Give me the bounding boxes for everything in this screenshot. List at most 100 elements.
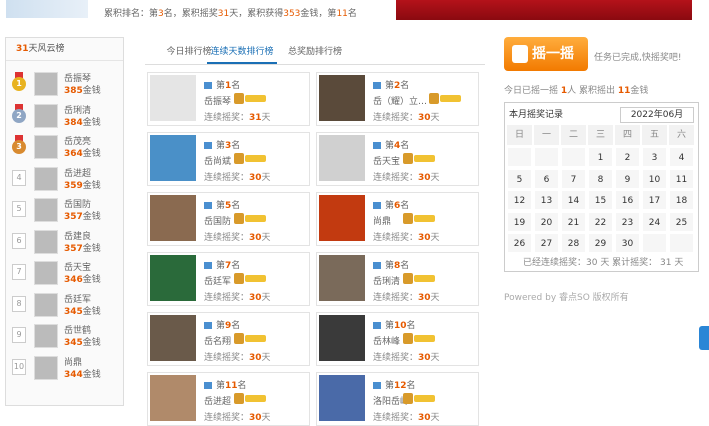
leaderboard-row[interactable]: 6 岳建良 357金钱 xyxy=(12,227,118,255)
member-photo[interactable] xyxy=(150,315,196,361)
member-photo[interactable] xyxy=(319,75,365,121)
leaderboard-row[interactable]: 9 岳世鹤 345金钱 xyxy=(12,321,118,349)
card-days: 连续摇奖：30天 xyxy=(373,173,440,183)
card-rank: 第3名 xyxy=(204,138,240,151)
avatar[interactable] xyxy=(34,198,58,222)
member-photo[interactable] xyxy=(319,375,365,421)
shake-icon xyxy=(512,45,528,63)
card-member-name[interactable]: 尚鼎 xyxy=(373,214,391,227)
leaderboard-row[interactable]: 10 尚鼎 344金钱 xyxy=(12,353,118,381)
avatar[interactable] xyxy=(34,261,58,285)
summary-value: 31 xyxy=(217,9,230,19)
medal-icon: 2 xyxy=(12,103,26,124)
rank-card[interactable]: 第8名 岳琍清 连续摇奖：30天 xyxy=(316,252,479,306)
summary-text: 金钱，第 xyxy=(300,9,337,19)
leaderboard-row[interactable]: 3 岳茂亮 364金钱 xyxy=(12,132,118,160)
member-photo[interactable] xyxy=(150,135,196,181)
summary-text: 名，累积摇奖 xyxy=(163,9,218,19)
card-days: 连续摇奖：30天 xyxy=(204,233,271,243)
card-member-name[interactable]: 岳廷军 xyxy=(204,274,231,287)
card-member-name[interactable]: 岳（耀）立… xyxy=(373,94,427,107)
tab-total[interactable]: 总奖励排行榜 xyxy=(285,40,345,63)
rank-card[interactable]: 第1名 岳振琴 连续摇奖：31天 xyxy=(147,72,310,126)
avatar[interactable] xyxy=(34,135,58,159)
calendar-day: 23 xyxy=(615,211,640,232)
level-badge-icon xyxy=(234,213,266,224)
banner-ad[interactable] xyxy=(396,0,692,20)
side-scroll-tab[interactable] xyxy=(699,326,709,350)
leaderboard-row[interactable]: 7 岳天宝 346金钱 xyxy=(12,258,118,286)
member-photo[interactable] xyxy=(319,135,365,181)
calendar-day: 17 xyxy=(642,190,667,210)
title-days: 31 xyxy=(16,44,29,54)
avatar[interactable] xyxy=(34,355,58,380)
shake-button[interactable]: 摇一摇 xyxy=(504,37,588,71)
member-photo[interactable] xyxy=(319,315,365,361)
tab-consecutive[interactable]: 连续天数排行榜 xyxy=(207,40,277,64)
card-member-name[interactable]: 岳国防 xyxy=(204,214,231,227)
avatar[interactable] xyxy=(34,292,58,317)
member-photo[interactable] xyxy=(150,255,196,301)
member-photo[interactable] xyxy=(319,255,365,301)
left-leaderboard-title: 31天风云榜 xyxy=(6,38,123,61)
flag-icon xyxy=(373,262,381,269)
avatar[interactable] xyxy=(34,103,58,128)
avatar[interactable] xyxy=(34,166,58,191)
member-photo[interactable] xyxy=(150,75,196,121)
rank-card[interactable]: 第9名 岳名翔 连续摇奖：30天 xyxy=(147,312,310,366)
flag-icon xyxy=(373,382,381,389)
leaderboard-row[interactable]: 5 岳国防 357金钱 xyxy=(12,195,118,223)
calendar-day xyxy=(534,147,559,167)
member-photo[interactable] xyxy=(319,195,365,241)
flag-icon xyxy=(373,322,381,329)
rank-card[interactable]: 第4名 岳天宝 连续摇奖：30天 xyxy=(316,132,479,186)
calendar-month-select[interactable]: 2022年06月 xyxy=(620,107,694,123)
calendar-day: 6 xyxy=(534,168,559,189)
card-member-name[interactable]: 岳名翔 xyxy=(204,334,231,347)
member-photo[interactable] xyxy=(150,195,196,241)
rank-card[interactable]: 第5名 岳国防 连续摇奖：30天 xyxy=(147,192,310,246)
weekday-label: 日 xyxy=(507,125,532,145)
card-rank: 第10名 xyxy=(373,318,416,331)
rank-card[interactable]: 第3名 岳尚斌 连续摇奖：30天 xyxy=(147,132,310,186)
card-member-name[interactable]: 岳进超 xyxy=(204,394,231,407)
card-member-name[interactable]: 岳天宝 xyxy=(373,154,400,167)
card-days: 连续摇奖：30天 xyxy=(204,413,271,423)
member-amount: 357金钱 xyxy=(64,212,101,222)
avatar[interactable] xyxy=(34,72,58,96)
calendar-day: 4 xyxy=(669,147,694,167)
avatar[interactable] xyxy=(34,324,58,348)
flag-icon xyxy=(373,142,381,149)
rank-card[interactable]: 第12名 洛阳岳峰 连续摇奖：30天 xyxy=(316,372,479,426)
card-days: 连续摇奖：30天 xyxy=(373,293,440,303)
rank-card[interactable]: 第7名 岳廷军 连续摇奖：30天 xyxy=(147,252,310,306)
card-member-name[interactable]: 岳琍清 xyxy=(373,274,400,287)
leaderboard-row[interactable]: 1 岳振琴 385金钱 xyxy=(12,69,118,97)
card-member-name[interactable]: 岳林峰 xyxy=(373,334,400,347)
weekday-label: 一 xyxy=(534,125,559,145)
calendar-day: 22 xyxy=(588,211,613,232)
rank-card[interactable]: 第10名 岳林峰 连续摇奖：30天 xyxy=(316,312,479,366)
calendar-day: 16 xyxy=(615,190,640,210)
avatar[interactable] xyxy=(34,229,58,254)
calendar-day: 7 xyxy=(561,168,586,189)
calendar-day xyxy=(669,233,694,253)
calendar-day: 12 xyxy=(507,190,532,210)
level-badge-icon xyxy=(403,153,435,164)
member-amount: 364金钱 xyxy=(64,149,101,159)
card-days: 连续摇奖：30天 xyxy=(373,413,440,423)
leaderboard-row[interactable]: 2 岳琍清 384金钱 xyxy=(12,101,118,129)
rank-card[interactable]: 第6名 尚鼎 连续摇奖：30天 xyxy=(316,192,479,246)
rank-card[interactable]: 第11名 岳进超 连续摇奖：30天 xyxy=(147,372,310,426)
today-stats: 今日已摇一摇 1人 累积摇出 11金钱 xyxy=(504,83,648,96)
rank-card[interactable]: 第2名 岳（耀）立… 连续摇奖：30天 xyxy=(316,72,479,126)
leaderboard-row[interactable]: 4 岳进超 359金钱 xyxy=(12,164,118,192)
card-member-name[interactable]: 岳尚斌 xyxy=(204,154,231,167)
level-badge-icon xyxy=(234,153,266,164)
level-badge-icon xyxy=(234,333,266,344)
card-member-name[interactable]: 岳振琴 xyxy=(204,94,231,107)
today-text: 金钱 xyxy=(630,86,649,96)
leaderboard-row[interactable]: 8 岳廷军 345金钱 xyxy=(12,290,118,318)
today-text: 今日已摇一摇 xyxy=(504,86,561,96)
member-photo[interactable] xyxy=(150,375,196,421)
